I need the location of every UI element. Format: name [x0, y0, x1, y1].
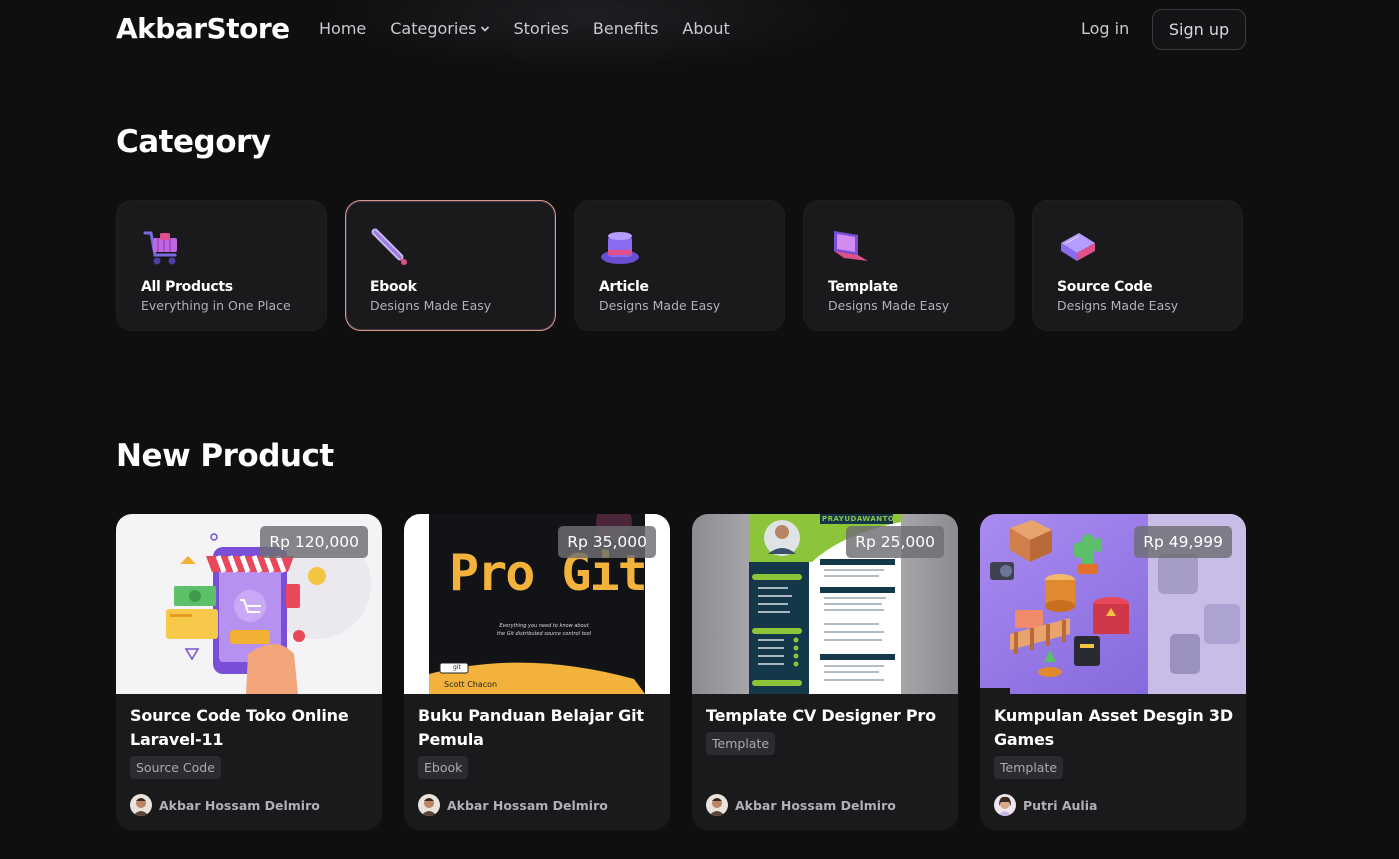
author-name: Akbar Hossam Delmiro: [735, 797, 896, 813]
chevron-down-icon: [480, 25, 489, 32]
login-link[interactable]: Log in: [1081, 19, 1129, 38]
avatar: [130, 794, 152, 816]
nav-link-categories[interactable]: Categories: [390, 19, 489, 38]
book-cover-tagline: Everything you need to know about the Git…: [496, 623, 592, 637]
product-thumbnail: Pro Git Everything you need to know abou…: [404, 514, 670, 694]
product-card[interactable]: Rp 120,000 Source Code Toko Online Larav…: [116, 514, 382, 830]
category-title: Ebook: [370, 279, 417, 295]
book-cover-badge: git: [453, 664, 461, 671]
product-thumbnail: PRAYUDAWANTO Rp 25,000: [692, 514, 958, 694]
product-tag: Ebook: [418, 756, 469, 779]
product-author: Akbar Hossam Delmiro: [706, 794, 896, 816]
product-tag: Template: [706, 732, 776, 755]
new-product-heading: New Product: [116, 438, 334, 474]
author-name: Akbar Hossam Delmiro: [159, 797, 320, 813]
product-tag: Source Code: [130, 756, 221, 779]
price-badge: Rp 35,000: [558, 526, 656, 558]
avatar: [418, 794, 440, 816]
nav-links: Home Categories Stories Benefits About: [319, 19, 730, 38]
category-subtitle: Designs Made Easy: [370, 298, 492, 313]
product-card[interactable]: Pro Git Everything you need to know abou…: [404, 514, 670, 830]
brand-logo[interactable]: AkbarStore: [116, 12, 290, 45]
product-thumbnail: Rp 120,000: [116, 514, 382, 694]
product-tag: Template: [994, 756, 1064, 779]
category-subtitle: Designs Made Easy: [1057, 298, 1179, 313]
product-thumbnail: Rp 49,999: [980, 514, 1246, 694]
author-name: Akbar Hossam Delmiro: [447, 797, 608, 813]
price-badge: Rp 25,000: [846, 526, 944, 558]
product-card[interactable]: PRAYUDAWANTO Rp 25,000 Template CV Desig…: [692, 514, 958, 830]
product-author: Akbar Hossam Delmiro: [130, 794, 320, 816]
category-card-all-products[interactable]: All Products Everything in One Place: [116, 200, 327, 331]
pen-icon: [371, 228, 407, 265]
category-subtitle: Designs Made Easy: [599, 298, 721, 313]
nav-link-categories-label: Categories: [390, 19, 477, 38]
product-title[interactable]: Kumpulan Asset Desgin 3D Games: [994, 704, 1234, 752]
category-subtitle: Designs Made Easy: [828, 298, 950, 313]
hat-icon: [601, 232, 639, 264]
book-cover-author: Scott Chacon: [444, 680, 498, 689]
avatar: [706, 794, 728, 816]
signup-button[interactable]: Sign up: [1152, 9, 1246, 50]
nav-link-stories[interactable]: Stories: [514, 19, 569, 38]
category-card-article[interactable]: Article Designs Made Easy: [574, 200, 785, 331]
category-list: All Products Everything in One Place Ebo…: [116, 200, 1243, 331]
category-card-ebook[interactable]: Ebook Designs Made Easy: [345, 200, 556, 331]
nav-link-benefits[interactable]: Benefits: [593, 19, 659, 38]
laptop-icon: [834, 231, 868, 261]
category-card-template[interactable]: Template Designs Made Easy: [803, 200, 1014, 331]
category-title: Article: [599, 279, 649, 295]
product-author: Putri Aulia: [994, 794, 1097, 816]
author-name: Putri Aulia: [1023, 797, 1098, 813]
category-subtitle: Everything in One Place: [141, 298, 291, 313]
price-badge: Rp 49,999: [1134, 526, 1232, 558]
product-title[interactable]: Source Code Toko Online Laravel-11: [130, 704, 370, 752]
category-title: All Products: [141, 279, 233, 295]
top-navbar: AkbarStore Home Categories Stories Benef…: [0, 0, 1399, 60]
avatar: [994, 794, 1016, 816]
category-title: Template: [828, 279, 898, 295]
nav-link-home[interactable]: Home: [319, 19, 366, 38]
cv-name: PRAYUDAWANTO: [822, 515, 895, 523]
product-title[interactable]: Template CV Designer Pro: [706, 704, 946, 728]
product-author: Akbar Hossam Delmiro: [418, 794, 608, 816]
category-heading: Category: [116, 124, 271, 160]
product-card[interactable]: Rp 49,999 Kumpulan Asset Desgin 3D Games…: [980, 514, 1246, 830]
nav-link-about[interactable]: About: [682, 19, 729, 38]
shopping-cart-icon: [143, 231, 177, 265]
category-title: Source Code: [1057, 279, 1153, 295]
product-list: Rp 120,000 Source Code Toko Online Larav…: [116, 514, 1246, 830]
price-badge: Rp 120,000: [260, 526, 368, 558]
category-card-source-code[interactable]: Source Code Designs Made Easy: [1032, 200, 1243, 331]
product-title[interactable]: Buku Panduan Belajar Git Pemula: [418, 704, 658, 752]
book-icon: [1061, 233, 1095, 261]
